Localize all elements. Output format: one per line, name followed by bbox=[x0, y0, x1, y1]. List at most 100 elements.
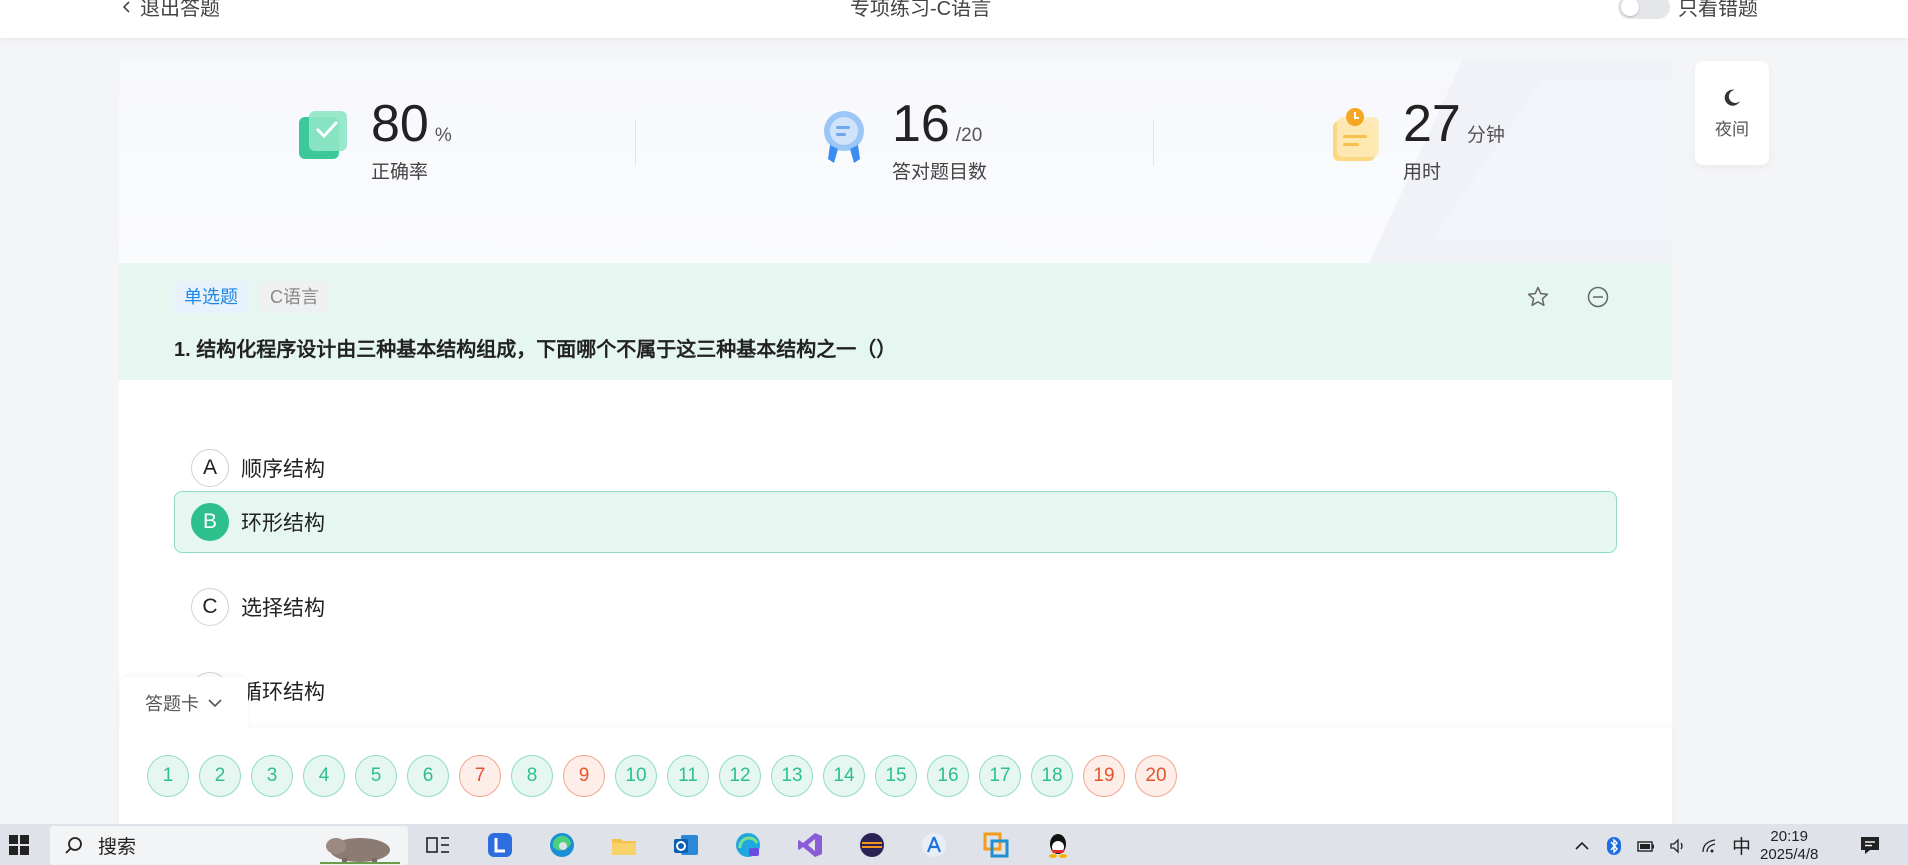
answer-card-toggle[interactable]: 答题卡 bbox=[120, 677, 248, 729]
stats-banner: 80 % 正确率 16 /20 答对题目数 27 分钟 用时 bbox=[119, 60, 1672, 263]
windows-start-icon[interactable] bbox=[8, 834, 30, 856]
accuracy-value: 80 bbox=[371, 95, 429, 153]
stat-correct-count: 16 /20 答对题目数 bbox=[816, 95, 987, 184]
question-number-wrong[interactable]: 7 bbox=[459, 755, 501, 797]
answer-card-panel: 1 2 3 4 5 6 7 8 9 10 11 12 13 14 15 16 17 18 19 20 bbox=[119, 728, 1672, 828]
hippo-search-highlight-icon bbox=[320, 838, 400, 864]
vmware-icon[interactable] bbox=[978, 830, 1014, 860]
qq-icon[interactable] bbox=[1040, 830, 1076, 860]
question-number-right[interactable]: 10 bbox=[615, 755, 657, 797]
time-caption: 用时 bbox=[1403, 162, 1442, 183]
time-value: 27 bbox=[1403, 95, 1461, 153]
exit-quiz-button[interactable]: 退出答题 bbox=[120, 0, 220, 21]
accuracy-caption: 正确率 bbox=[371, 162, 429, 183]
volume-icon[interactable] bbox=[1668, 836, 1688, 856]
question-number-right[interactable]: 2 bbox=[199, 755, 241, 797]
question-number-list: 1 2 3 4 5 6 7 8 9 10 11 12 13 14 15 16 17 18 19 20 bbox=[147, 755, 1177, 797]
question-number-right[interactable]: 12 bbox=[719, 755, 761, 797]
option-a[interactable]: A 顺序结构 bbox=[174, 437, 1617, 499]
question-number-right[interactable]: 14 bbox=[823, 755, 865, 797]
battery-icon[interactable] bbox=[1636, 836, 1656, 856]
option-text: 环形结构 bbox=[241, 512, 325, 535]
correct-total: /20 bbox=[955, 125, 983, 146]
question-number-right[interactable]: 8 bbox=[511, 755, 553, 797]
accuracy-unit: % bbox=[434, 125, 452, 146]
correct-value: 16 bbox=[892, 95, 950, 153]
remove-icon[interactable] bbox=[1586, 285, 1610, 309]
search-icon bbox=[65, 836, 82, 854]
question-header: 单选题 C语言 1. 结构化程序设计由三种基本结构组成，下面哪个不属于这三种基本… bbox=[119, 263, 1672, 380]
subject-tag: C语言 bbox=[260, 281, 329, 313]
taskbar-apps bbox=[420, 830, 1076, 860]
question-number-right[interactable]: 5 bbox=[355, 755, 397, 797]
stat-accuracy: 80 % 正确率 bbox=[295, 95, 452, 184]
clock-time: 20:19 bbox=[1770, 828, 1808, 845]
exit-quiz-label: 退出答题 bbox=[140, 0, 220, 20]
option-text: 顺序结构 bbox=[241, 458, 325, 481]
option-d[interactable]: D 循环结构 bbox=[174, 660, 1617, 722]
question-number-right[interactable]: 13 bbox=[771, 755, 813, 797]
question-number-wrong[interactable]: 20 bbox=[1135, 755, 1177, 797]
stat-time: 27 分钟 用时 bbox=[1327, 95, 1505, 184]
clipboard-clock-icon bbox=[1333, 108, 1379, 161]
question-number-right[interactable]: 17 bbox=[979, 755, 1021, 797]
wrong-only-label: 只看错题 bbox=[1678, 0, 1758, 20]
wifi-icon[interactable] bbox=[1700, 836, 1720, 856]
question-number-wrong[interactable]: 19 bbox=[1083, 755, 1125, 797]
visual-studio-icon[interactable] bbox=[792, 830, 828, 860]
option-text: 选择结构 bbox=[241, 597, 325, 620]
divider bbox=[1153, 120, 1154, 166]
star-icon[interactable] bbox=[1526, 285, 1550, 309]
night-mode-label: 夜间 bbox=[1715, 119, 1749, 139]
bluetooth-icon[interactable] bbox=[1604, 836, 1624, 856]
chevron-down-icon bbox=[208, 699, 222, 708]
answer-card-label: 答题卡 bbox=[145, 694, 199, 714]
edge-browser-icon[interactable] bbox=[544, 830, 580, 860]
question-number-right[interactable]: 15 bbox=[875, 755, 917, 797]
question-text: 1. 结构化程序设计由三种基本结构组成，下面哪个不属于这三种基本结构之一（） bbox=[174, 339, 897, 361]
option-c[interactable]: C 选择结构 bbox=[174, 576, 1617, 638]
file-explorer-icon[interactable] bbox=[606, 830, 642, 860]
search-placeholder: 搜索 bbox=[98, 837, 137, 858]
time-unit: 分钟 bbox=[1466, 125, 1505, 146]
chevron-up-icon[interactable] bbox=[1572, 836, 1592, 856]
system-tray: 中 bbox=[1572, 832, 1751, 859]
option-letter: B bbox=[191, 503, 229, 541]
option-text: 循环结构 bbox=[241, 681, 325, 704]
question-type-tag: 单选题 bbox=[174, 281, 248, 313]
question-number-right[interactable]: 6 bbox=[407, 755, 449, 797]
notification-icon[interactable] bbox=[1858, 833, 1882, 857]
result-panel: 80 % 正确率 16 /20 答对题目数 27 分钟 用时 单选题 C语言 1… bbox=[119, 60, 1672, 828]
question-number-right[interactable]: 1 bbox=[147, 755, 189, 797]
outlook-icon[interactable] bbox=[668, 830, 704, 860]
app-store-icon[interactable] bbox=[916, 830, 952, 860]
question-number-right[interactable]: 11 bbox=[667, 755, 709, 797]
lark-app-icon[interactable] bbox=[482, 830, 518, 860]
taskbar: 搜索 中 20:19 2025/4/8 bbox=[0, 824, 1908, 865]
question-number-wrong[interactable]: 9 bbox=[563, 755, 605, 797]
divider bbox=[635, 120, 636, 166]
wrong-only-toggle[interactable] bbox=[1618, 0, 1670, 19]
top-header: 退出答题 专项练习-C语言 只看错题 bbox=[0, 0, 1908, 38]
checkbox-icon bbox=[299, 111, 347, 159]
night-mode-button[interactable]: 夜间 bbox=[1695, 61, 1769, 165]
correct-caption: 答对题目数 bbox=[892, 162, 988, 183]
page-title: 专项练习-C语言 bbox=[850, 0, 992, 20]
question-number-right[interactable]: 3 bbox=[251, 755, 293, 797]
eclipse-icon[interactable] bbox=[854, 830, 890, 860]
ime-indicator[interactable]: 中 bbox=[1732, 832, 1751, 859]
option-letter: C bbox=[191, 588, 229, 626]
system-clock[interactable]: 20:19 2025/4/8 bbox=[1760, 828, 1818, 864]
task-view-icon[interactable] bbox=[420, 830, 456, 860]
chevron-left-icon bbox=[122, 0, 130, 13]
clock-date: 2025/4/8 bbox=[1760, 846, 1819, 863]
question-number-right[interactable]: 4 bbox=[303, 755, 345, 797]
medal-icon bbox=[824, 111, 864, 163]
option-b[interactable]: B 环形结构 bbox=[174, 491, 1617, 553]
question-number-right[interactable]: 16 bbox=[927, 755, 969, 797]
edge-ai-icon[interactable] bbox=[730, 830, 766, 860]
question-number-right[interactable]: 18 bbox=[1031, 755, 1073, 797]
moon-icon bbox=[1724, 89, 1740, 106]
wrong-only-control: 只看错题 bbox=[1618, 0, 1758, 21]
option-letter: A bbox=[191, 449, 229, 487]
